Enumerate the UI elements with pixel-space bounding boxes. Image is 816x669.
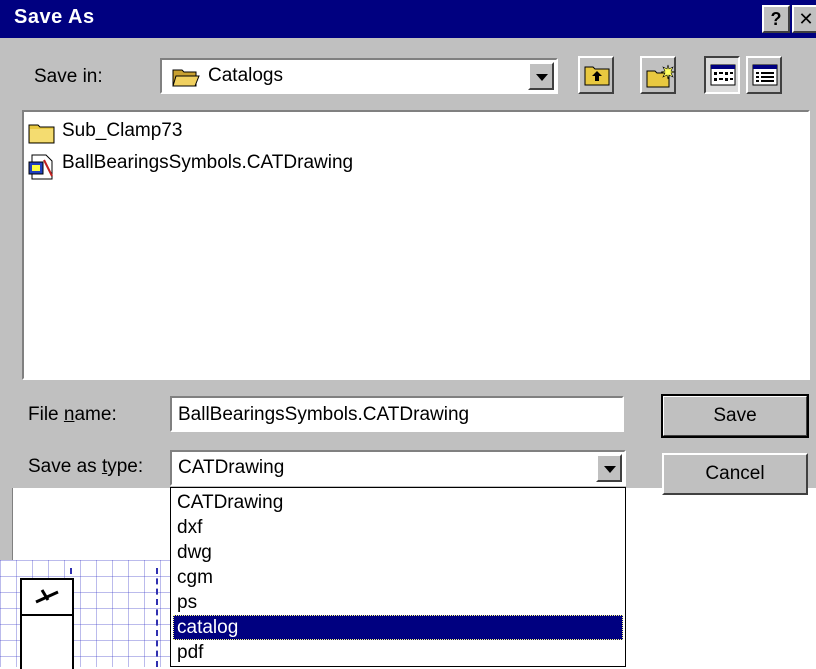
help-label: ?	[770, 9, 782, 29]
save-in-label: Save in:	[34, 66, 103, 87]
open-folder-icon	[172, 69, 200, 87]
type-option-dwg[interactable]: dwg	[173, 540, 623, 565]
up-one-level-button[interactable]	[578, 56, 614, 94]
save-button[interactable]: Save	[661, 394, 809, 438]
list-view-button[interactable]	[704, 56, 740, 94]
file-name-label: File name:	[28, 404, 117, 425]
save-as-type-value: CATDrawing	[178, 457, 285, 478]
list-view-icon	[710, 64, 736, 86]
file-list[interactable]: Sub_Clamp73 BallBearingsSymbols.CATDrawi…	[22, 110, 810, 380]
up-folder-icon	[584, 66, 610, 86]
type-option-cgm[interactable]: cgm	[173, 565, 623, 590]
file-name: BallBearingsSymbols.CATDrawing	[62, 152, 354, 173]
catdrawing-file-icon	[28, 154, 53, 180]
new-folder-button[interactable]	[640, 56, 676, 94]
title-bar: Save As ? ✕	[0, 0, 816, 38]
details-view-icon	[752, 64, 778, 86]
background-table-cell	[22, 580, 72, 616]
save-button-label: Save	[713, 405, 757, 426]
help-button[interactable]: ?	[762, 5, 790, 33]
flatness-symbol-icon	[35, 589, 59, 604]
save-in-value: Catalogs	[208, 65, 283, 86]
save-as-type-dropdown-button[interactable]	[596, 454, 622, 482]
cancel-button[interactable]: Cancel	[662, 453, 808, 495]
details-view-button[interactable]	[746, 56, 782, 94]
dialog-title: Save As	[14, 6, 95, 28]
file-name: Sub_Clamp73	[62, 120, 183, 141]
type-option-catalog[interactable]: catalog	[173, 615, 623, 640]
background-table-box	[20, 578, 74, 669]
save-as-type-combo[interactable]: CATDrawing	[170, 450, 626, 486]
save-in-dropdown-button[interactable]	[528, 62, 554, 90]
background-dashed-line	[156, 568, 158, 667]
close-icon: ✕	[798, 9, 814, 29]
type-option-catdrawing[interactable]: CATDrawing	[173, 490, 623, 515]
type-option-pdf[interactable]: pdf	[173, 640, 623, 665]
type-option-ps[interactable]: ps	[173, 590, 623, 615]
new-folder-icon	[646, 64, 676, 88]
folder-icon	[28, 124, 55, 144]
save-as-type-dropdown-list[interactable]: CATDrawing dxf dwg cgm ps catalog pdf	[170, 487, 626, 667]
save-as-type-label: Save as type:	[28, 456, 144, 477]
file-name-value: BallBearingsSymbols.CATDrawing	[178, 404, 470, 425]
file-name-input[interactable]: BallBearingsSymbols.CATDrawing	[170, 396, 624, 432]
save-in-combo[interactable]: Catalogs	[160, 58, 558, 94]
type-option-dxf[interactable]: dxf	[173, 515, 623, 540]
cancel-button-label: Cancel	[705, 463, 765, 484]
close-button[interactable]: ✕	[792, 5, 816, 33]
save-as-dialog: Save As ? ✕ Save in: Catalogs Sub_Clamp7…	[0, 0, 816, 495]
